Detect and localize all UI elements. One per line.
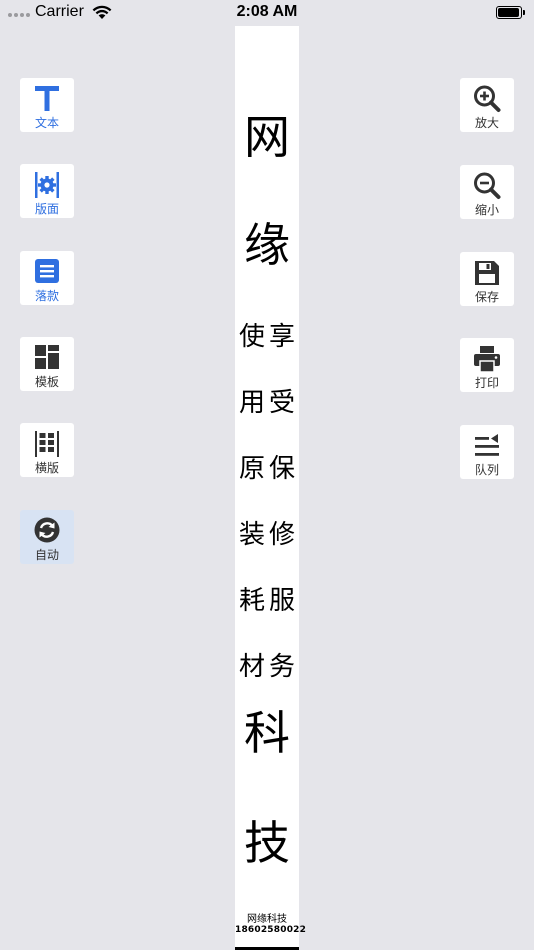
layout-button[interactable]: 版面 xyxy=(20,164,74,218)
horizontal-button[interactable]: 横版 xyxy=(20,423,74,477)
template-grid-icon xyxy=(35,345,59,369)
canvas-char: 享 xyxy=(268,322,295,352)
zoom-out-icon xyxy=(474,172,501,199)
canvas-char: 耗 xyxy=(238,586,265,616)
save-button[interactable]: 保存 xyxy=(460,252,514,306)
queue-button[interactable]: 队列 xyxy=(460,425,514,479)
signature-phone: 18602580022 xyxy=(235,925,307,935)
zoom-in-button-label: 放大 xyxy=(474,116,499,130)
text-button-label: 文本 xyxy=(34,116,59,130)
layout-button-label: 版面 xyxy=(34,202,59,216)
canvas-char: 原 xyxy=(238,454,265,484)
auto-button[interactable]: 自动 xyxy=(20,510,74,564)
canvas-char: 保 xyxy=(268,454,295,484)
layout-settings-icon xyxy=(35,172,59,198)
template-button[interactable]: 模板 xyxy=(20,337,74,391)
horizontal-layout-icon xyxy=(35,431,59,457)
auto-button-label: 自动 xyxy=(34,548,59,562)
canvas-char-ke: 科 xyxy=(244,706,290,760)
canvas-char: 受 xyxy=(268,388,295,418)
canvas-column-right: 享 受 保 修 服 务 xyxy=(267,322,297,718)
text-button[interactable]: 文本 xyxy=(20,78,74,132)
canvas-char-ji: 技 xyxy=(244,816,290,870)
calligraphy-canvas[interactable]: 网 缘 享 受 保 修 服 务 使 用 原 装 耗 材 科 技 网缘科技 186… xyxy=(235,26,307,950)
canvas-char-yuan: 缘 xyxy=(244,218,290,272)
text-icon xyxy=(35,86,59,111)
battery-icon xyxy=(496,6,525,19)
canvas-char: 使 xyxy=(238,322,265,352)
queue-button-label: 队列 xyxy=(474,463,499,477)
print-button[interactable]: 打印 xyxy=(460,338,514,392)
zoom-in-button[interactable]: 放大 xyxy=(460,78,514,132)
save-button-label: 保存 xyxy=(474,290,499,304)
zoom-in-icon xyxy=(474,85,501,112)
queue-icon xyxy=(475,434,499,456)
signature-name: 网缘科技 xyxy=(247,914,287,925)
canvas-char: 用 xyxy=(238,388,265,418)
template-button-label: 模板 xyxy=(34,375,59,389)
canvas-text-columns: 享 受 保 修 服 务 使 用 原 装 耗 材 xyxy=(235,322,299,718)
inscription-button-label: 落款 xyxy=(34,289,59,303)
auto-refresh-icon xyxy=(34,517,60,543)
zoom-out-button[interactable]: 缩小 xyxy=(460,165,514,219)
status-bar: Carrier 2:08 AM xyxy=(0,0,534,26)
zoom-out-button-label: 缩小 xyxy=(474,203,499,217)
print-button-label: 打印 xyxy=(474,376,499,390)
canvas-char: 修 xyxy=(268,520,295,550)
print-icon xyxy=(474,346,500,373)
horizontal-button-label: 横版 xyxy=(34,461,59,475)
inscription-button[interactable]: 落款 xyxy=(20,251,74,305)
clock: 2:08 AM xyxy=(236,3,298,20)
save-icon xyxy=(475,261,499,285)
canvas-char: 服 xyxy=(268,586,295,616)
canvas-char-wang: 网 xyxy=(244,110,290,164)
canvas-column-left: 使 用 原 装 耗 材 xyxy=(237,322,267,718)
inscription-list-icon xyxy=(35,259,59,283)
canvas-char: 装 xyxy=(238,520,265,550)
